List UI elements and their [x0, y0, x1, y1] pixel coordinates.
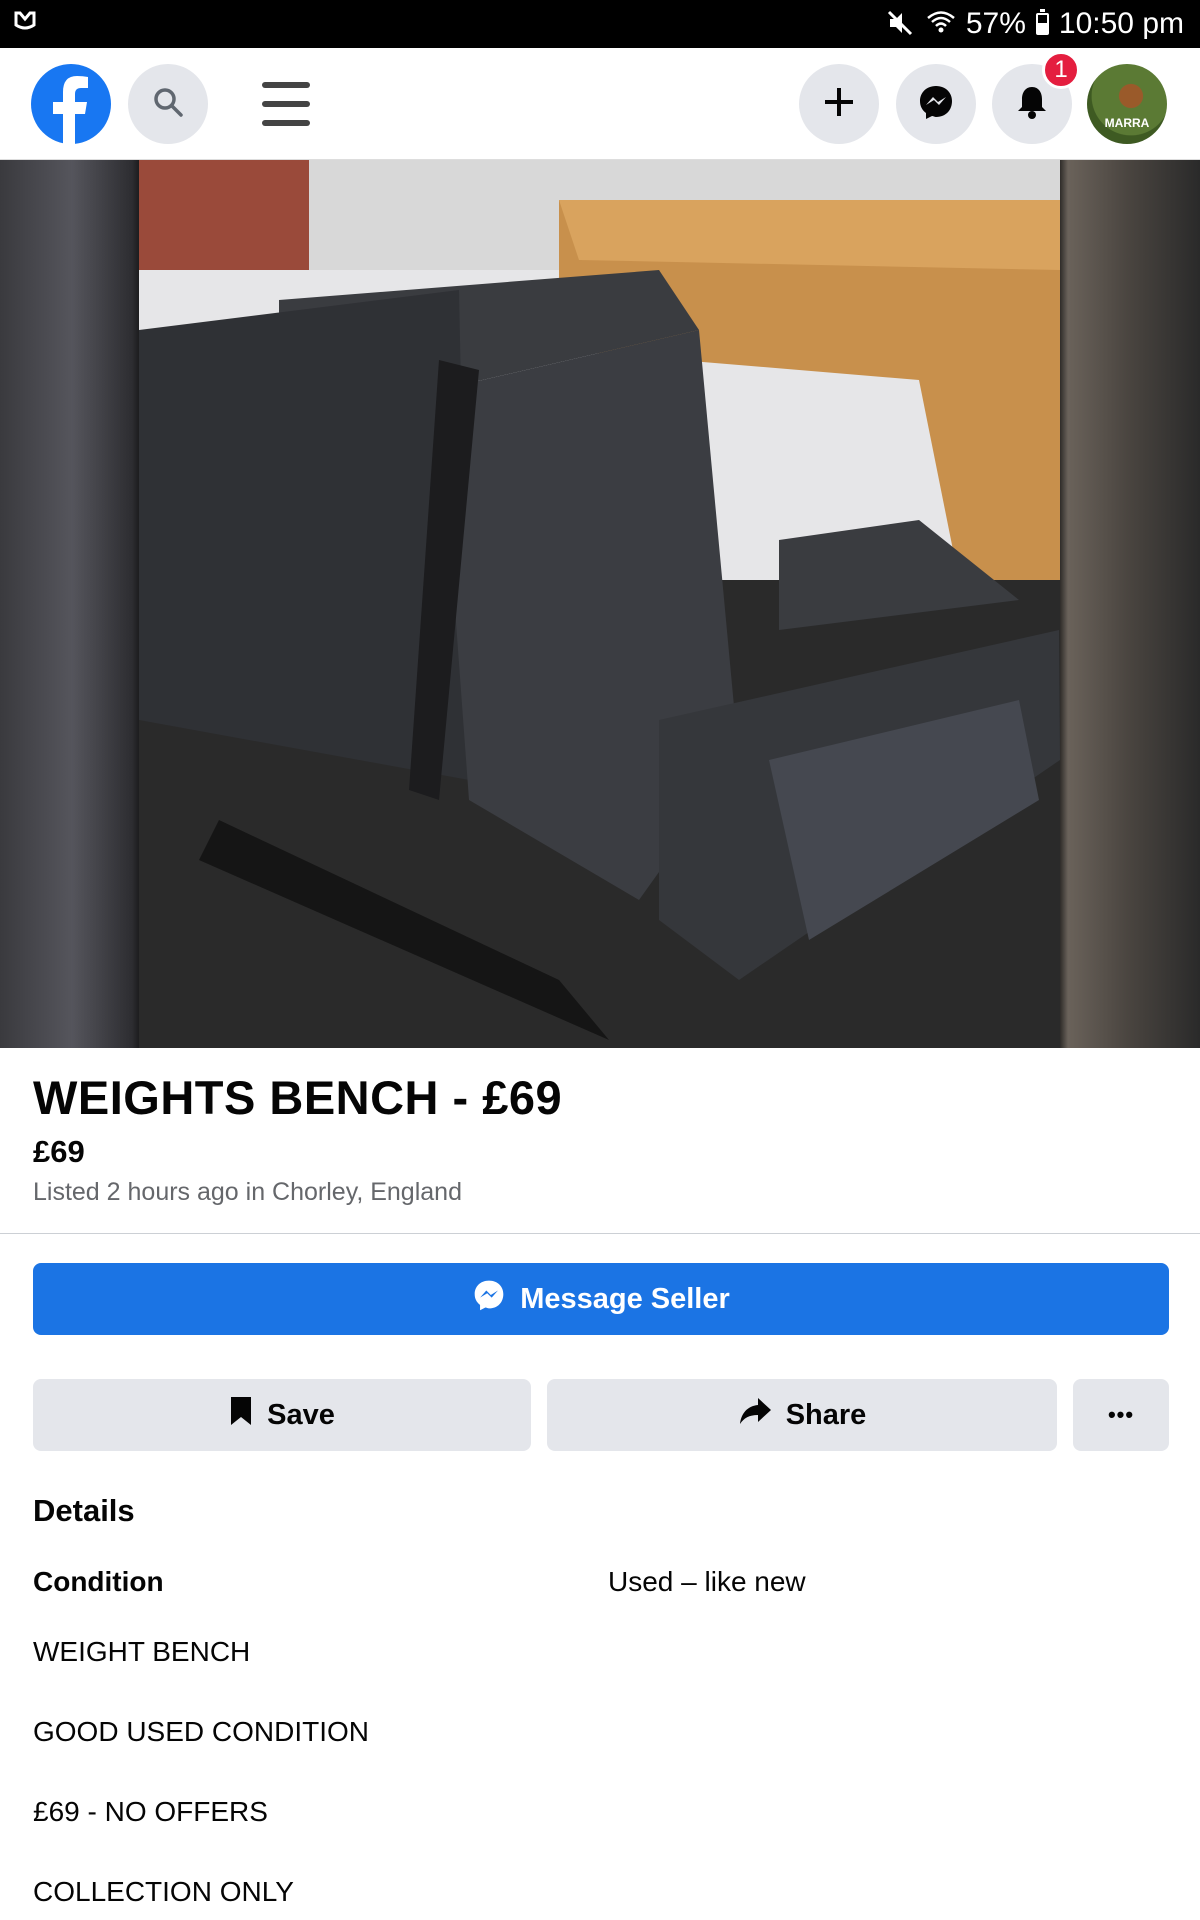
listing-meta[interactable]: Listed 2 hours ago in Chorley, England	[33, 1178, 462, 1207]
more-icon: •••	[1107, 1402, 1135, 1427]
search-button[interactable]	[128, 64, 208, 144]
listing-title: WEIGHTS BENCH - £69	[33, 1071, 563, 1124]
wifi-icon	[926, 9, 956, 39]
search-icon	[151, 85, 185, 124]
avatar-label: MARRA	[1104, 116, 1150, 130]
more-options-button[interactable]: •••	[1073, 1379, 1169, 1451]
save-label: Save	[267, 1398, 335, 1431]
facebook-logo[interactable]	[31, 64, 111, 144]
top-nav: 1 MARRA	[0, 48, 1200, 160]
mute-icon	[886, 9, 916, 39]
shield-app-icon	[14, 9, 44, 39]
description-line: COLLECTION ONLY	[33, 1876, 294, 1907]
share-button[interactable]: Share	[547, 1379, 1057, 1451]
avatar[interactable]: MARRA	[1087, 64, 1167, 144]
create-button[interactable]	[799, 64, 879, 144]
condition-label: Condition	[33, 1566, 164, 1597]
description-line: £69 - NO OFFERS	[33, 1796, 268, 1827]
battery-icon	[1035, 9, 1049, 35]
clock: 10:50 pm	[1058, 7, 1184, 40]
details-heading: Details	[33, 1493, 135, 1528]
messenger-icon	[472, 1278, 506, 1320]
messenger-icon	[917, 83, 955, 126]
description-line: WEIGHT BENCH	[33, 1636, 251, 1667]
bell-icon	[1015, 84, 1049, 125]
listing-info: WEIGHTS BENCH - £69 £69 Listed 2 hours a…	[0, 1048, 1200, 1234]
messenger-button[interactable]	[896, 64, 976, 144]
bookmark-icon	[229, 1395, 253, 1435]
status-bar: 57% 10:50 pm	[0, 0, 1200, 48]
listing-photo[interactable]	[0, 160, 1200, 1048]
message-seller-label: Message Seller	[520, 1282, 730, 1315]
menu-icon[interactable]	[262, 82, 310, 126]
plus-icon	[822, 85, 856, 124]
listing-price: £69	[33, 1134, 85, 1169]
share-label: Share	[785, 1398, 867, 1431]
bench-photo-illustration	[139, 160, 1060, 1048]
message-seller-button[interactable]: Message Seller	[33, 1263, 1169, 1335]
battery-percent: 57%	[965, 7, 1026, 40]
notification-badge: 1	[1042, 51, 1080, 89]
share-icon	[738, 1396, 772, 1434]
description-line: GOOD USED CONDITION	[33, 1716, 370, 1747]
save-button[interactable]: Save	[33, 1379, 531, 1451]
condition-value: Used – like new	[608, 1566, 806, 1597]
